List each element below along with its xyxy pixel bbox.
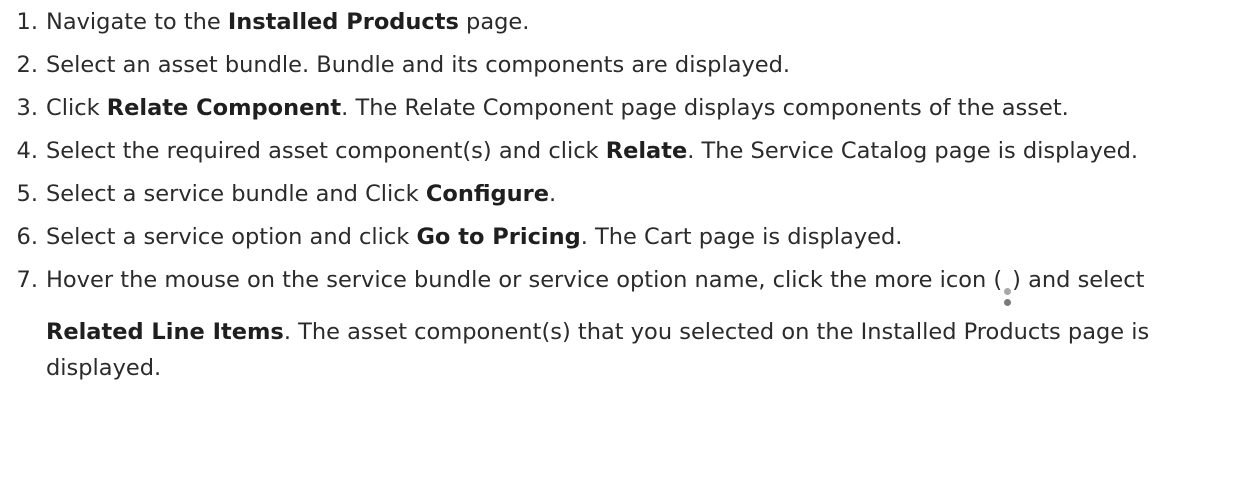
- step-number: 1.: [16, 9, 38, 35]
- step-text: .: [549, 181, 557, 207]
- step-1: 1. Navigate to the Installed Products pa…: [0, 4, 1242, 40]
- step-text: . The Relate Component page displays com…: [341, 95, 1069, 121]
- step-number: 2.: [16, 52, 38, 78]
- step-number: 7.: [16, 267, 38, 293]
- ui-term-installed-products: Installed Products: [227, 9, 459, 35]
- step-text: Navigate to the: [46, 9, 228, 35]
- step-5: 5. Select a service bundle and Click Con…: [0, 176, 1242, 212]
- ui-term-configure: Configure: [425, 181, 549, 207]
- step-number: 6.: [16, 224, 38, 250]
- step-text: Select a service bundle and Click: [46, 181, 426, 207]
- step-2: 2. Select an asset bundle. Bundle and it…: [0, 47, 1242, 83]
- step-text: Select the required asset component(s) a…: [46, 138, 606, 164]
- ui-term-relate: Relate: [605, 138, 688, 164]
- step-number: 3.: [16, 95, 38, 121]
- ui-term-related-line-items: Related Line Items: [46, 319, 284, 345]
- step-number: 4.: [16, 138, 38, 164]
- step-text: . The Cart page is displayed.: [580, 224, 903, 250]
- step-6: 6. Select a service option and click Go …: [0, 219, 1242, 255]
- step-text: Select an asset bundle. Bundle and its c…: [46, 52, 791, 78]
- step-text: . The Service Catalog page is displayed.: [687, 138, 1139, 164]
- step-text: Select a service option and click: [46, 224, 417, 250]
- step-text: ) and select: [1012, 267, 1145, 293]
- ui-term-relate-component: Relate Component: [106, 95, 342, 121]
- step-3: 3. Click Relate Component. The Relate Co…: [0, 90, 1242, 126]
- step-7: 7. Hover the mouse on the service bundle…: [0, 262, 1242, 386]
- instruction-steps: 1. Navigate to the Installed Products pa…: [0, 0, 1242, 386]
- step-text: Click: [46, 95, 107, 121]
- ui-term-go-to-pricing: Go to Pricing: [416, 224, 581, 250]
- step-number: 5.: [16, 181, 38, 207]
- step-text: Hover the mouse on the service bundle or…: [46, 267, 1003, 293]
- more-vertical-icon: [1003, 280, 1011, 314]
- step-text: page.: [458, 9, 530, 35]
- step-4: 4. Select the required asset component(s…: [0, 133, 1242, 169]
